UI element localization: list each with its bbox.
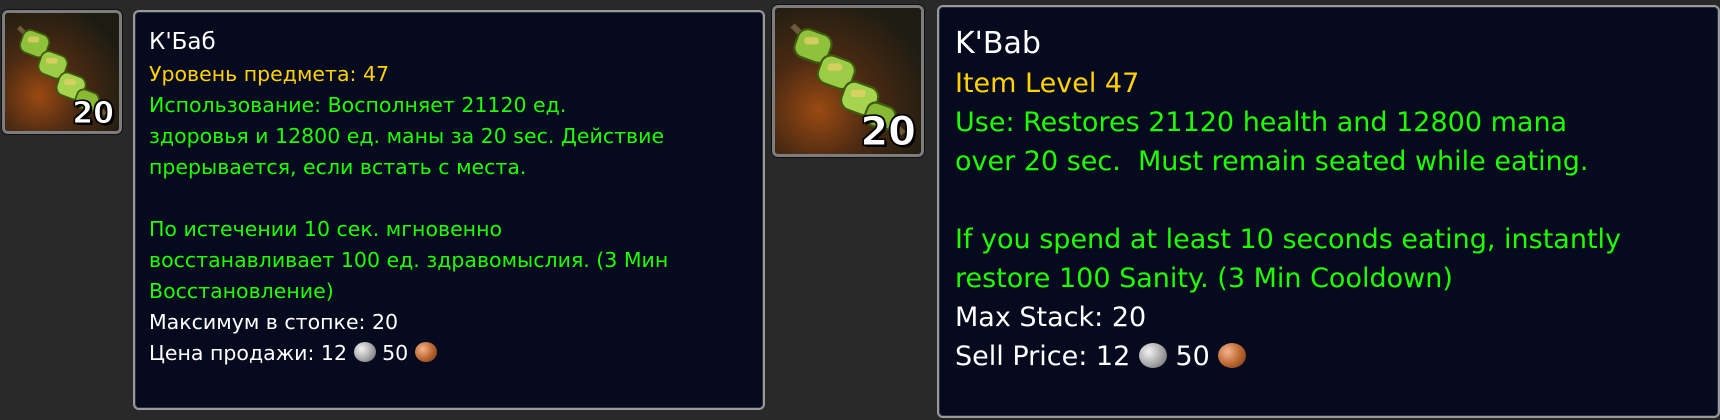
sell-price-label: Цена продажи: xyxy=(149,341,321,365)
item-name: K'Bab xyxy=(955,26,1041,61)
use-effect-line-2: over 20 sec. Must remain seated while ea… xyxy=(955,146,1589,177)
item-icon-ru[interactable]: 20 xyxy=(2,10,122,134)
item-level: Item Level 47 xyxy=(955,68,1140,99)
bonus-effect-line-1: If you spend at least 10 seconds eating,… xyxy=(955,224,1622,255)
sell-price: Цена продажи: 12 50 xyxy=(149,338,749,369)
silver-coin-icon xyxy=(353,342,376,362)
silver-amount: 12 xyxy=(320,341,348,365)
tooltip-en: K'Bab Item Level 47 Use: Restores 21120 … xyxy=(937,5,1720,418)
copper-amount: 50 xyxy=(1175,341,1210,372)
stack-count: 20 xyxy=(72,96,115,131)
use-effect-line-3: прерывается, если встать с места. xyxy=(149,155,527,179)
bonus-effect-line-3: Восстановление) xyxy=(149,279,334,303)
max-stack: Максимум в стопке: 20 xyxy=(149,310,399,334)
copper-amount: 50 xyxy=(382,341,409,365)
bonus-effect-line-2: restore 100 Sanity. (3 Min Cooldown) xyxy=(955,263,1453,294)
stack-count: 20 xyxy=(860,109,917,155)
silver-coin-icon xyxy=(1138,343,1167,368)
copper-coin-icon xyxy=(1218,343,1247,368)
copper-coin-icon xyxy=(414,342,437,362)
screenshot-stage: 20 К'Баб Уровень предмета: 47 Использова… xyxy=(0,0,1720,420)
item-name: К'Баб xyxy=(149,29,216,55)
use-effect-line-2: здоровья и 12800 ед. маны за 20 sec. Дей… xyxy=(149,124,665,148)
bonus-effect-line-1: По истечении 10 сек. мгновенно xyxy=(149,217,503,241)
sell-price: Sell Price: 12 50 xyxy=(955,337,1702,376)
silver-amount: 12 xyxy=(1095,341,1131,372)
tooltip-ru: К'Баб Уровень предмета: 47 Использование… xyxy=(133,10,765,410)
sell-price-label: Sell Price: xyxy=(955,341,1096,372)
use-effect-line-1: Use: Restores 21120 health and 12800 man… xyxy=(955,107,1568,138)
item-icon-en[interactable]: 20 xyxy=(772,5,924,157)
use-effect-line-1: Использование: Восполняет 21120 ед. xyxy=(149,93,567,117)
bonus-effect-line-2: восстанавливает 100 ед. здравомыслия. (3… xyxy=(149,248,669,272)
max-stack: Max Stack: 20 xyxy=(955,302,1147,333)
item-level: Уровень предмета: 47 xyxy=(149,62,390,86)
